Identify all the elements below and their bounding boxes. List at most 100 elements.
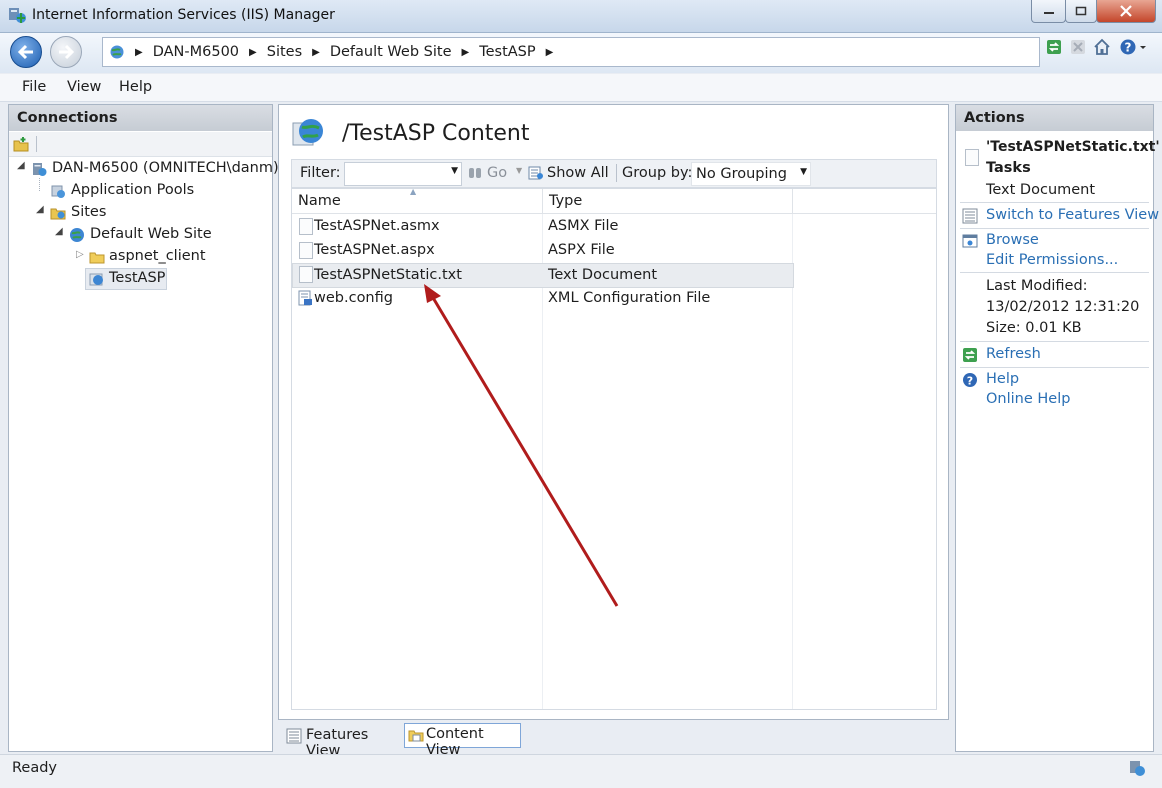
address-bar[interactable]: ▶ DAN-M6500 ▶ Sites ▶ Default Web Site ▶… [102, 37, 1040, 67]
globe-icon [70, 228, 84, 242]
breadcrumb-default-web-site[interactable]: Default Web Site [330, 44, 452, 60]
filter-bar: Filter: ▼ Go ▼ Show All Group by: No Gro… [291, 159, 937, 188]
refresh-icon [963, 348, 977, 362]
connections-toolbar [9, 132, 272, 157]
browse-link[interactable]: Browse [986, 232, 1039, 248]
back-icon [17, 44, 33, 60]
chevron-down-icon: ▼ [800, 167, 807, 177]
file-size: Size: 0.01 KB [986, 320, 1082, 336]
menu-help[interactable]: Help [119, 79, 152, 95]
expand-arrow-aspnet-client[interactable]: ▷ [76, 249, 84, 260]
group-by-label: Group by: [622, 165, 693, 181]
sort-ascending-icon: ▲ [410, 187, 417, 196]
actions-header: Actions [956, 105, 1153, 131]
filter-label: Filter: [300, 165, 341, 181]
connections-panel: Connections ◢ DAN-M6500 (OMNITECH\danm) … [8, 104, 279, 752]
help-icon: ? [963, 373, 977, 388]
breadcrumb-server[interactable]: DAN-M6500 [153, 44, 239, 60]
sites-folder-icon [50, 208, 66, 220]
switch-to-features-view-link[interactable]: Switch to Features View [986, 207, 1159, 223]
file-icon [299, 242, 313, 259]
address-toolbar: ▶ DAN-M6500 ▶ Sites ▶ Default Web Site ▶… [0, 33, 1162, 73]
column-header-type[interactable]: Type [543, 189, 793, 213]
breadcrumb-separator[interactable]: ▶ [546, 47, 554, 58]
iis-app-icon [9, 8, 26, 23]
create-connection-icon[interactable] [13, 136, 29, 152]
menu-bar: File View Help [0, 74, 1162, 102]
tree-default-web-site[interactable]: Default Web Site [90, 226, 212, 242]
task-subtitle: Tasks [986, 160, 1031, 176]
maximize-icon [1075, 6, 1087, 16]
file-type: ASPX File [548, 242, 615, 258]
text-file-icon [299, 266, 313, 283]
show-all-button[interactable]: Show All [547, 165, 609, 181]
breadcrumb-separator[interactable]: ▶ [249, 47, 257, 58]
status-bar: Ready [0, 754, 1162, 788]
tree-server[interactable]: DAN-M6500 (OMNITECH\danm) [52, 160, 279, 176]
forward-button[interactable] [50, 36, 82, 68]
expand-arrow-default-site[interactable]: ◢ [55, 226, 63, 237]
help-link[interactable]: Help [986, 371, 1019, 387]
filter-input[interactable]: ▼ [344, 162, 462, 186]
tree-sites[interactable]: Sites [71, 204, 106, 220]
tab-features-view[interactable]: Features View [284, 724, 400, 759]
stop-icon[interactable] [1070, 39, 1086, 55]
go-dropdown-icon[interactable]: ▼ [516, 166, 522, 175]
breadcrumb-separator[interactable]: ▶ [312, 47, 320, 58]
window-title: Internet Information Services (IIS) Mana… [32, 7, 335, 23]
home-icon[interactable] [1093, 38, 1111, 56]
close-button[interactable] [1096, 0, 1156, 23]
edit-permissions-link[interactable]: Edit Permissions... [986, 252, 1118, 268]
go-button[interactable]: Go [487, 165, 507, 181]
minimize-button[interactable] [1031, 0, 1066, 23]
task-type: Text Document [986, 182, 1096, 198]
actions-panel: Actions 'TestASPNetStatic.txt' Tasks Tex… [955, 104, 1160, 752]
refresh-icon[interactable] [1046, 39, 1062, 55]
features-view-icon [962, 208, 978, 224]
maximize-button[interactable] [1065, 0, 1097, 23]
status-text: Ready [12, 760, 58, 776]
help-dropdown-icon[interactable]: ? [1119, 38, 1147, 56]
text-file-icon [965, 149, 979, 166]
refresh-link[interactable]: Refresh [986, 346, 1041, 362]
content-view-icon [408, 730, 424, 742]
binoculars-icon[interactable] [467, 165, 483, 181]
file-type: ASMX File [548, 218, 619, 234]
title-bar: Internet Information Services (IIS) Mana… [0, 0, 1162, 33]
column-header-name[interactable]: Name ▲ [292, 187, 543, 213]
tree-application-pools[interactable]: Application Pools [71, 182, 194, 198]
list-item[interactable]: TestASPNet.asmx ASMX File [292, 215, 792, 238]
config-file-icon [298, 290, 312, 306]
list-item[interactable]: web.config XML Configuration File [292, 287, 792, 310]
online-help-link[interactable]: Online Help [986, 391, 1070, 407]
tree-aspnet-client[interactable]: aspnet_client [109, 248, 206, 264]
network-status-icon [1130, 761, 1145, 776]
content-title: /TestASP Content [342, 121, 530, 146]
breadcrumb-testasp[interactable]: TestASP [479, 44, 535, 60]
last-modified-value: 13/02/2012 12:31:20 [986, 299, 1140, 315]
expand-arrow-sites[interactable]: ◢ [36, 204, 44, 215]
breadcrumb-separator[interactable]: ▶ [135, 47, 143, 58]
tree-testasp[interactable]: TestASP [109, 270, 165, 286]
expand-arrow-server[interactable]: ◢ [17, 160, 25, 171]
file-list: Name ▲ Type TestASPNet.asmx ASMX File Te… [291, 187, 937, 710]
tab-content-view[interactable]: Content View [404, 723, 521, 758]
list-item[interactable]: TestASPNet.aspx ASPX File [292, 239, 792, 262]
content-globe-icon [292, 119, 323, 146]
back-button[interactable] [10, 36, 42, 68]
minimize-icon [1043, 12, 1054, 14]
file-icon [299, 218, 313, 235]
file-type: Text Document [548, 267, 658, 283]
menu-file[interactable]: File [22, 79, 46, 95]
menu-view[interactable]: View [67, 79, 101, 95]
file-name: web.config [314, 290, 393, 306]
app-globe-icon [89, 273, 103, 286]
list-item-selected[interactable]: TestASPNetStatic.txt Text Document [292, 263, 794, 288]
group-by-select[interactable]: No Grouping ▼ [691, 162, 811, 186]
server-icon [33, 163, 47, 176]
file-name: TestASPNet.asmx [314, 218, 440, 234]
breadcrumb-sites[interactable]: Sites [267, 44, 302, 60]
chevron-down-icon: ▼ [451, 166, 458, 176]
breadcrumb-separator[interactable]: ▶ [462, 47, 470, 58]
forward-icon [59, 44, 75, 60]
